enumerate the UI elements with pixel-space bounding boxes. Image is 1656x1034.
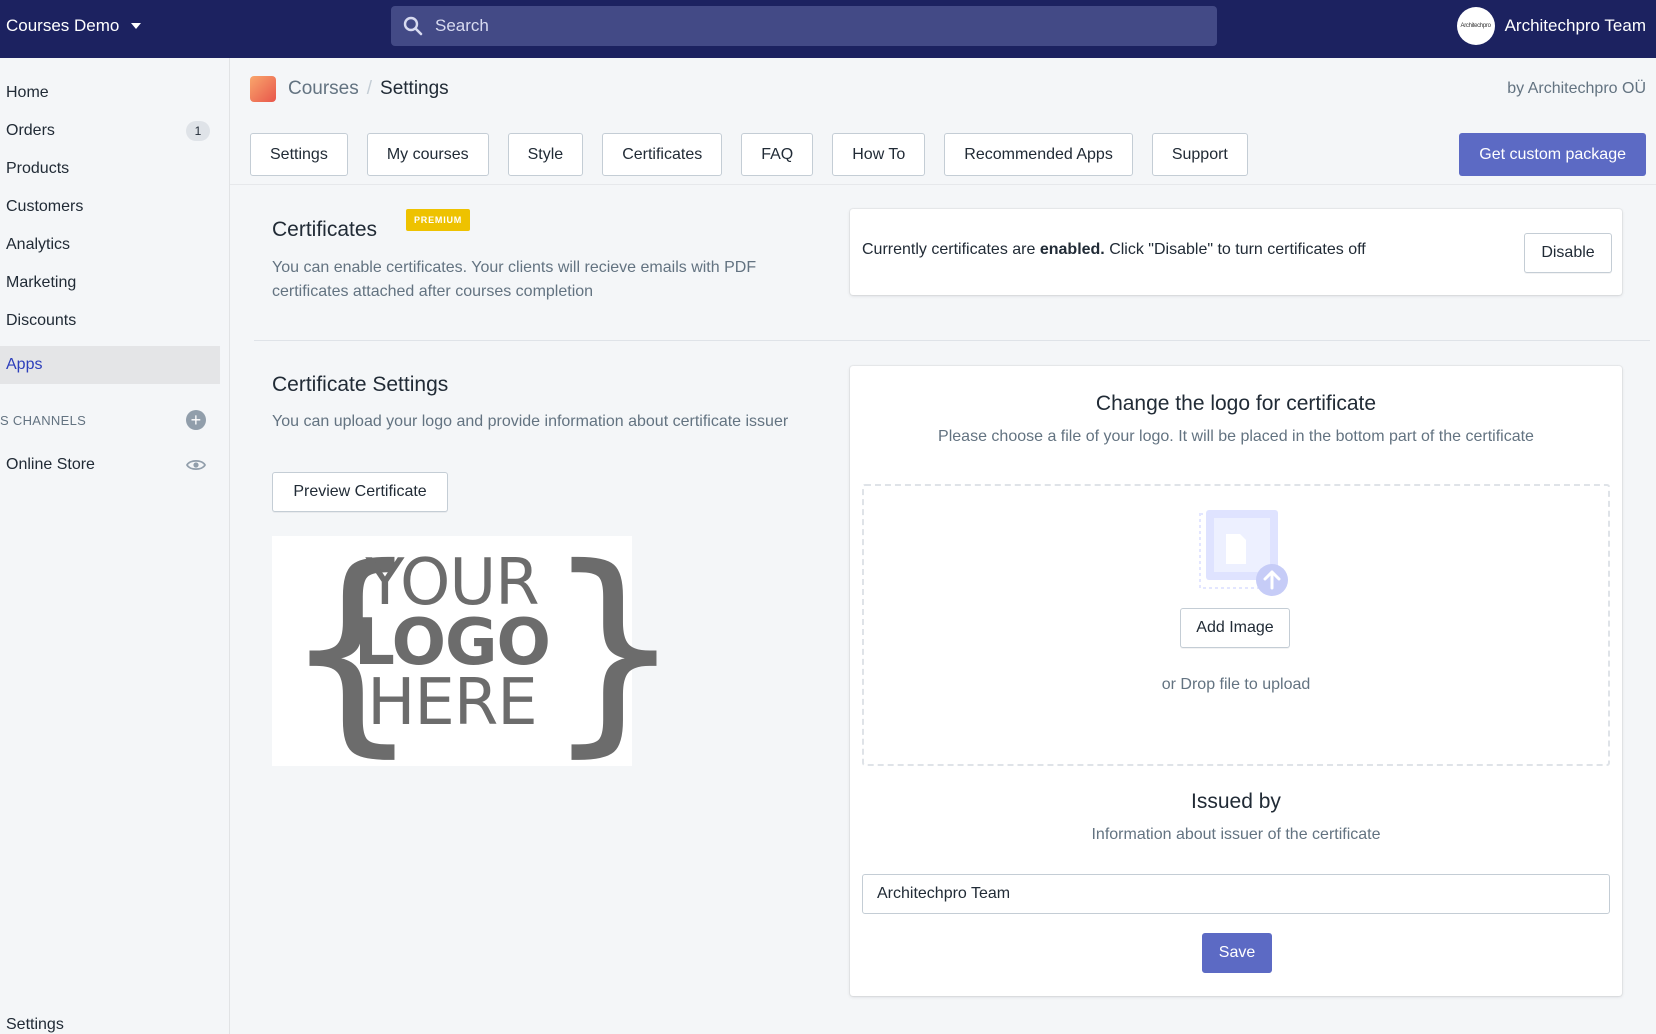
page-title: Settings (380, 78, 449, 99)
logo-dropzone[interactable]: Add Image or Drop file to upload (862, 484, 1610, 766)
breadcrumb-courses[interactable]: Courses (288, 78, 359, 100)
caret-down-icon (131, 23, 142, 29)
eye-icon[interactable] (186, 456, 206, 474)
disable-button[interactable]: Disable (1524, 233, 1612, 273)
certificates-title: Certificates (272, 218, 378, 241)
tab-how-to[interactable]: How To (832, 133, 926, 176)
breadcrumb-separator: / (366, 78, 373, 99)
issuer-input[interactable] (862, 874, 1610, 914)
logo-settings-card: Change the logo for certificate Please c… (850, 366, 1622, 996)
developer-byline: by Architechpro OÜ (1507, 80, 1646, 97)
logo-preview-image: { } YOUR LOGO HERE (272, 536, 684, 766)
sidebar-item-settings[interactable]: Settings (0, 1006, 220, 1034)
sidebar-item-marketing[interactable]: Marketing (0, 264, 220, 302)
issued-by-subtitle: Information about issuer of the certific… (1091, 826, 1381, 843)
certificates-status-card: Currently certificates are enabled. Clic… (850, 209, 1622, 295)
add-channel-icon[interactable]: + (186, 410, 206, 430)
sales-channels-heading: S CHANNELS + (0, 408, 220, 432)
change-logo-subtitle: Please choose a file of your logo. It wi… (938, 428, 1534, 445)
search-icon (403, 16, 423, 36)
app-tabs: Settings My courses Style Certificates F… (250, 133, 1248, 176)
sidebar-item-online-store[interactable]: Online Store (0, 446, 220, 484)
issued-by-title: Issued by (1191, 790, 1281, 813)
search-input[interactable] (435, 16, 1135, 36)
tab-settings[interactable]: Settings (250, 133, 348, 176)
sidebar-item-products[interactable]: Products (0, 150, 220, 188)
search-bar[interactable] (391, 6, 1217, 46)
preview-certificate-button[interactable]: Preview Certificate (272, 472, 448, 512)
account-name: Architechpro Team (1504, 16, 1646, 35)
upload-image-icon (1199, 510, 1288, 596)
orders-count-badge: 1 (186, 121, 210, 141)
sidebar-item-discounts[interactable]: Discounts (0, 302, 220, 340)
header-divider (230, 184, 1656, 185)
save-button[interactable]: Save (1202, 933, 1272, 973)
drop-file-hint: or Drop file to upload (1161, 676, 1311, 693)
tab-recommended-apps[interactable]: Recommended Apps (944, 133, 1133, 176)
section-divider (254, 340, 1650, 341)
account-menu[interactable]: Architechpro Architechpro Team (1456, 6, 1646, 46)
change-logo-title: Change the logo for certificate (1095, 392, 1377, 415)
premium-badge: PREMIUM (406, 209, 471, 231)
certificates-status-text: Currently certificates are enabled. Clic… (862, 241, 1366, 258)
sidebar-item-analytics[interactable]: Analytics (0, 226, 220, 264)
status-enabled: enabled. (1039, 241, 1105, 258)
tab-my-courses[interactable]: My courses (366, 133, 489, 176)
sidebar-item-customers[interactable]: Customers (0, 188, 220, 226)
logo-text-here: HERE (367, 666, 537, 740)
sidebar-item-apps[interactable]: Apps (0, 346, 220, 384)
main-content: Courses / Settings by Architechpro OÜ Se… (230, 58, 1656, 1034)
tab-faq[interactable]: FAQ (741, 133, 814, 176)
certificate-settings-description: You can upload your logo and provide inf… (272, 413, 789, 430)
sidebar: Home Orders 1 Products Customers Analytic… (0, 58, 230, 1034)
tab-certificates[interactable]: Certificates (602, 133, 723, 176)
get-custom-package-button[interactable]: Get custom package (1459, 133, 1646, 176)
avatar: Architechpro (1456, 7, 1495, 45)
tab-support[interactable]: Support (1151, 133, 1248, 176)
store-switcher[interactable]: Courses Demo (6, 0, 142, 52)
certificate-settings-title: Certificate Settings (272, 373, 449, 396)
tab-style[interactable]: Style (507, 133, 584, 176)
add-image-button[interactable]: Add Image (1180, 608, 1290, 648)
sidebar-item-home[interactable]: Home (0, 74, 220, 112)
sidebar-item-orders[interactable]: Orders 1 (0, 112, 220, 150)
top-bar: Courses Demo Architechpro Architechpro T… (0, 0, 1656, 58)
app-logo (250, 76, 276, 102)
store-name: Courses Demo (6, 16, 120, 35)
breadcrumb: Courses / Settings (288, 78, 449, 100)
certificates-description: You can enable certificates. Your client… (272, 259, 757, 300)
